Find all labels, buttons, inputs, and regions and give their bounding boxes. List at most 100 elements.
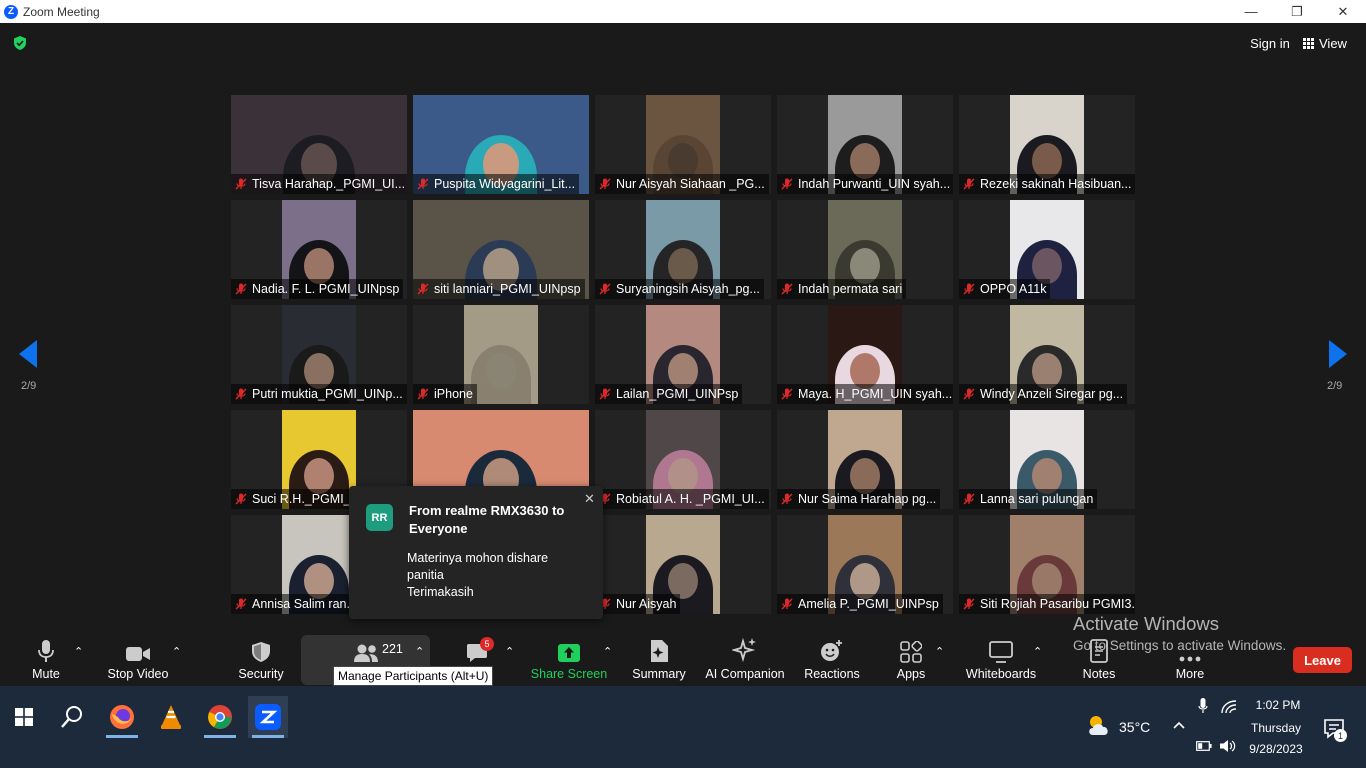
participant-tile[interactable]: Indah permata sari [777, 200, 953, 299]
previous-page-arrow-icon[interactable] [18, 339, 38, 369]
clock-day: Thursday [1250, 721, 1302, 735]
view-button[interactable]: View [1303, 32, 1359, 54]
muted-mic-icon [780, 492, 794, 506]
ai-companion-button[interactable]: AI Companion [704, 635, 786, 686]
start-button[interactable] [4, 696, 44, 738]
whiteboard-icon [989, 641, 1013, 663]
whiteboards-options-caret[interactable]: ⌃ [1033, 645, 1042, 658]
participant-name: Lanna sari pulungan [980, 492, 1094, 506]
participant-name-bar: iPhone [413, 384, 477, 404]
participants-options-caret[interactable]: ⌃ [415, 645, 424, 658]
stop-video-button[interactable]: Stop Video [104, 635, 172, 686]
participant-tile[interactable]: Indah Purwanti_UIN syah... [777, 95, 953, 194]
meeting-area: Sign in View 2/9 2/9 Tisva Harahap._PGMI… [0, 23, 1366, 635]
participant-tile[interactable]: Maya. H_PGMI_UIN syah... [777, 305, 953, 404]
apps-options-caret[interactable]: ⌃ [935, 645, 944, 658]
participant-tile[interactable]: Windy Anzeli Siregar pg... [959, 305, 1135, 404]
participant-tile[interactable]: Lanna sari pulungan [959, 410, 1135, 509]
share-screen-button[interactable]: Share Screen [531, 635, 607, 686]
summary-button[interactable]: Summary [630, 635, 688, 686]
share-screen-icon [558, 644, 580, 662]
taskbar-vlc[interactable] [151, 696, 191, 738]
participant-name: Nur Aisyah [616, 597, 677, 611]
participant-tile[interactable]: Amelia P._PGMI_UINPsp [777, 515, 953, 614]
whiteboards-button[interactable]: Whiteboards [964, 635, 1038, 686]
minimize-button[interactable]: — [1228, 0, 1274, 23]
chat-message-line: panitia [407, 568, 444, 582]
restore-button[interactable]: ❐ [1274, 0, 1320, 23]
sign-in-button[interactable]: Sign in [1244, 32, 1296, 54]
emoji-reaction-icon [821, 640, 842, 661]
participant-tile[interactable]: OPPO A11k [959, 200, 1135, 299]
muted-mic-icon [598, 282, 612, 296]
apps-button[interactable]: Apps [894, 635, 928, 686]
participant-name: OPPO A11k [980, 282, 1047, 296]
audio-options-caret[interactable]: ⌃ [74, 645, 83, 658]
participant-tile[interactable]: siti lanniari_PGMI_UINpsp [413, 200, 589, 299]
muted-mic-icon [780, 597, 794, 611]
participant-tile[interactable]: Siti Rojiah Pasaribu PGMI3.... [959, 515, 1135, 614]
close-window-button[interactable]: ✕ [1320, 0, 1366, 23]
participants-count: 221 [382, 642, 403, 656]
volume-icon[interactable] [1219, 739, 1237, 753]
participant-name: siti lanniari_PGMI_UINpsp [434, 282, 581, 296]
participant-name: Robiatul A. H. _PGMI_UI... [616, 492, 765, 506]
windows-logo-icon [15, 708, 33, 726]
apps-label: Apps [896, 667, 926, 681]
clock-time[interactable]: 1:02 PM [1248, 698, 1308, 712]
firefox-icon [110, 705, 134, 729]
chat-message-line: Terimakasih [407, 585, 474, 599]
participant-tile[interactable]: iPhone [413, 305, 589, 404]
apps-icon [900, 641, 922, 663]
show-hidden-icons-chevron-icon[interactable] [1173, 721, 1185, 729]
participant-tile[interactable]: Rezeki sakinah Hasibuan... [959, 95, 1135, 194]
participant-name-bar: OPPO A11k [959, 279, 1051, 299]
encryption-shield-icon[interactable] [12, 35, 28, 51]
taskbar-firefox[interactable] [102, 696, 142, 738]
security-button[interactable]: Security [232, 635, 290, 686]
close-chat-popup-button[interactable]: ✕ [584, 491, 595, 507]
mute-label: Mute [32, 667, 60, 681]
participant-name: Nadia. F. L. PGMI_UINpsp [252, 282, 400, 296]
leave-button[interactable]: Leave [1293, 647, 1352, 673]
participant-tile[interactable]: Nur Aisyah [595, 515, 771, 614]
chat-notification-popup[interactable]: RR From realme RMX3630 to Everyone Mater… [349, 486, 603, 619]
participant-name: Nur Saima Harahap pg... [798, 492, 937, 506]
participant-tile[interactable]: Lailan_PGMI_UINPsp [595, 305, 771, 404]
wifi-icon[interactable] [1221, 700, 1237, 714]
participant-name: Suryaningsih Aisyah_pg... [616, 282, 760, 296]
reactions-button[interactable]: Reactions [802, 635, 862, 686]
participant-tile[interactable]: Puspita Widyagarini_Lit... [413, 95, 589, 194]
participant-tile[interactable]: Robiatul A. H. _PGMI_UI... [595, 410, 771, 509]
weather-partly-cloudy-icon [1089, 716, 1108, 735]
taskbar-chrome[interactable] [200, 696, 240, 738]
participants-tooltip: Manage Participants (Alt+U) [333, 666, 494, 686]
video-options-caret[interactable]: ⌃ [172, 645, 181, 658]
participant-name: iPhone [434, 387, 473, 401]
windows-taskbar: 35°C 1:02 PM Thursday 9/28/2023 1 [0, 686, 1366, 768]
share-options-caret[interactable]: ⌃ [603, 645, 612, 658]
page-indicator-right: 2/9 [1327, 380, 1343, 392]
ai-companion-label: AI Companion [705, 667, 785, 681]
search-button[interactable] [52, 696, 92, 738]
participant-tile[interactable]: Nadia. F. L. PGMI_UINpsp [231, 200, 407, 299]
muted-mic-icon [234, 387, 248, 401]
muted-mic-icon [962, 177, 976, 191]
participant-tile[interactable]: Tisva Harahap._PGMI_UI... [231, 95, 407, 194]
participant-tile[interactable]: Suryaningsih Aisyah_pg... [595, 200, 771, 299]
zoom-active-indicator [252, 735, 284, 738]
more-dots-icon [1179, 656, 1201, 662]
muted-mic-icon [416, 177, 430, 191]
participant-name: Lailan_PGMI_UINPsp [616, 387, 739, 401]
participants-icon [354, 644, 378, 662]
chat-options-caret[interactable]: ⌃ [505, 645, 514, 658]
activate-windows-subtext: Go to Settings to activate Windows. [1073, 638, 1287, 653]
participant-tile[interactable]: Nur Saima Harahap pg... [777, 410, 953, 509]
microphone-in-use-icon[interactable] [1198, 698, 1208, 714]
mute-button[interactable]: Mute [22, 635, 70, 686]
participant-tile[interactable]: Putri muktia_PGMI_UINp... [231, 305, 407, 404]
taskbar-zoom[interactable] [248, 696, 288, 738]
battery-icon[interactable] [1196, 741, 1212, 751]
participant-tile[interactable]: Nur Aisyah Siahaan _PG... [595, 95, 771, 194]
next-page-arrow-icon[interactable] [1328, 339, 1348, 369]
